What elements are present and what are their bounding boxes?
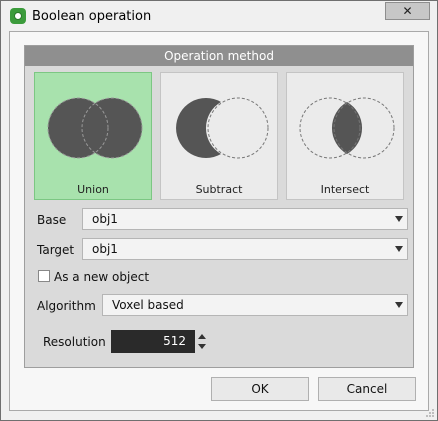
intersect-label: Intersect	[320, 183, 370, 196]
resolution-label: Resolution	[43, 335, 106, 349]
resize-grip-icon[interactable]	[425, 408, 435, 418]
window-title: Boolean operation	[32, 9, 152, 24]
algorithm-value: Voxel based	[112, 298, 184, 312]
app-icon	[10, 8, 26, 24]
intersect-option[interactable]: Intersect	[286, 72, 404, 200]
cancel-button[interactable]: Cancel	[318, 377, 416, 401]
new-object-label: As a new object	[54, 270, 150, 284]
target-value: obj1	[92, 242, 118, 256]
spin-down-icon[interactable]	[198, 344, 206, 349]
base-label: Base	[37, 213, 67, 227]
base-select[interactable]: obj1	[82, 208, 408, 230]
union-icon	[47, 97, 143, 159]
resolution-stepper[interactable]	[195, 330, 209, 353]
chevron-down-icon	[395, 246, 403, 252]
chevron-down-icon	[395, 216, 403, 222]
union-option[interactable]: Union	[34, 72, 152, 200]
ok-button[interactable]: OK	[211, 377, 309, 401]
subtract-icon	[176, 97, 269, 159]
algorithm-select[interactable]: Voxel based	[102, 294, 408, 316]
target-label: Target	[37, 243, 75, 257]
base-value: obj1	[92, 212, 118, 226]
intersect-icon	[299, 97, 395, 159]
target-select[interactable]: obj1	[82, 238, 408, 260]
chevron-down-icon	[395, 302, 403, 308]
close-button[interactable]: ✕	[385, 2, 430, 20]
title-bar[interactable]: Boolean operation ✕	[1, 1, 437, 31]
operation-panel: Operation method Union Subtract Intersec…	[24, 45, 414, 368]
subtract-label: Subtract	[195, 183, 243, 196]
boolean-operation-dialog: Boolean operation ✕ Operation method Uni…	[0, 0, 438, 421]
dialog-body: Operation method Union Subtract Intersec…	[9, 31, 429, 411]
new-object-checkbox[interactable]	[38, 270, 50, 282]
panel-title: Operation method	[25, 46, 413, 66]
algorithm-label: Algorithm	[37, 299, 96, 313]
resolution-input[interactable]: 512	[111, 330, 195, 353]
subtract-option[interactable]: Subtract	[160, 72, 278, 200]
spin-up-icon[interactable]	[198, 334, 206, 339]
union-label: Union	[77, 183, 109, 196]
